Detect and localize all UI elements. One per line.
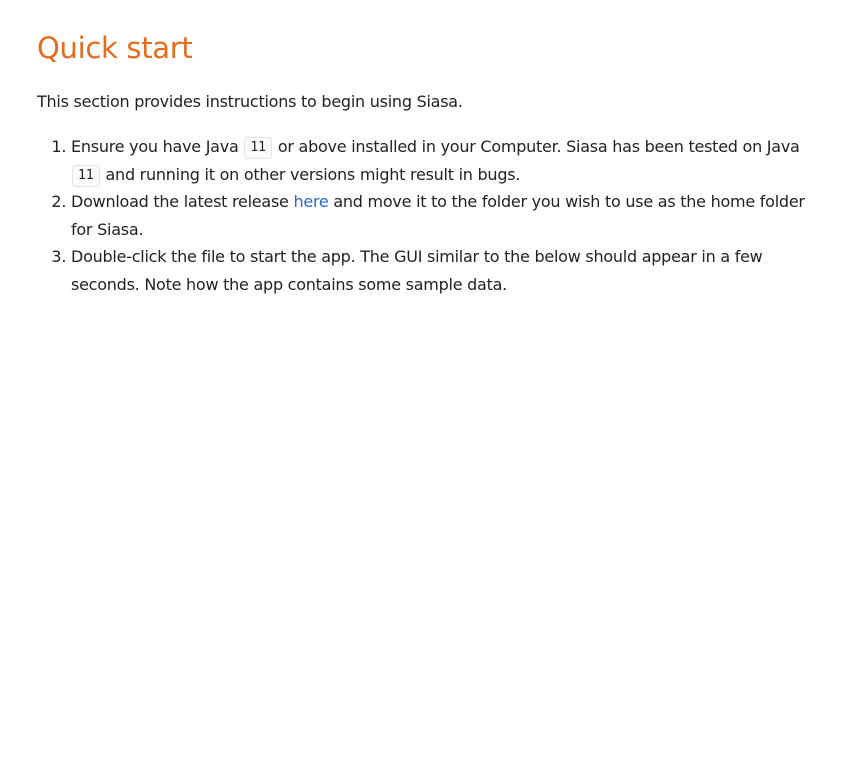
list-item: Ensure you have Java 11 or above install… (71, 133, 827, 188)
step-2-text-a: Download the latest release (71, 192, 294, 211)
intro-paragraph: This section provides instructions to be… (37, 92, 463, 111)
step-1-text-a: Ensure you have Java (71, 137, 244, 156)
step-1-text-b: or above installed in your Computer. Sia… (273, 137, 800, 156)
step-1-text-c: and running it on other versions might r… (100, 164, 521, 184)
steps-list: Ensure you have Java 11 or above install… (37, 133, 827, 298)
quick-start-page: Quick start This section provides instru… (0, 0, 846, 780)
list-item: Double-click the file to start the app. … (71, 243, 827, 298)
java-version-code: 11 (72, 164, 100, 187)
java-version-code: 11 (244, 137, 272, 159)
section-heading: Quick start (37, 31, 193, 65)
list-item: Download the latest release here and mov… (71, 188, 827, 243)
step-3-text: Double-click the file to start the app. … (71, 247, 763, 294)
release-link[interactable]: here (293, 192, 328, 211)
